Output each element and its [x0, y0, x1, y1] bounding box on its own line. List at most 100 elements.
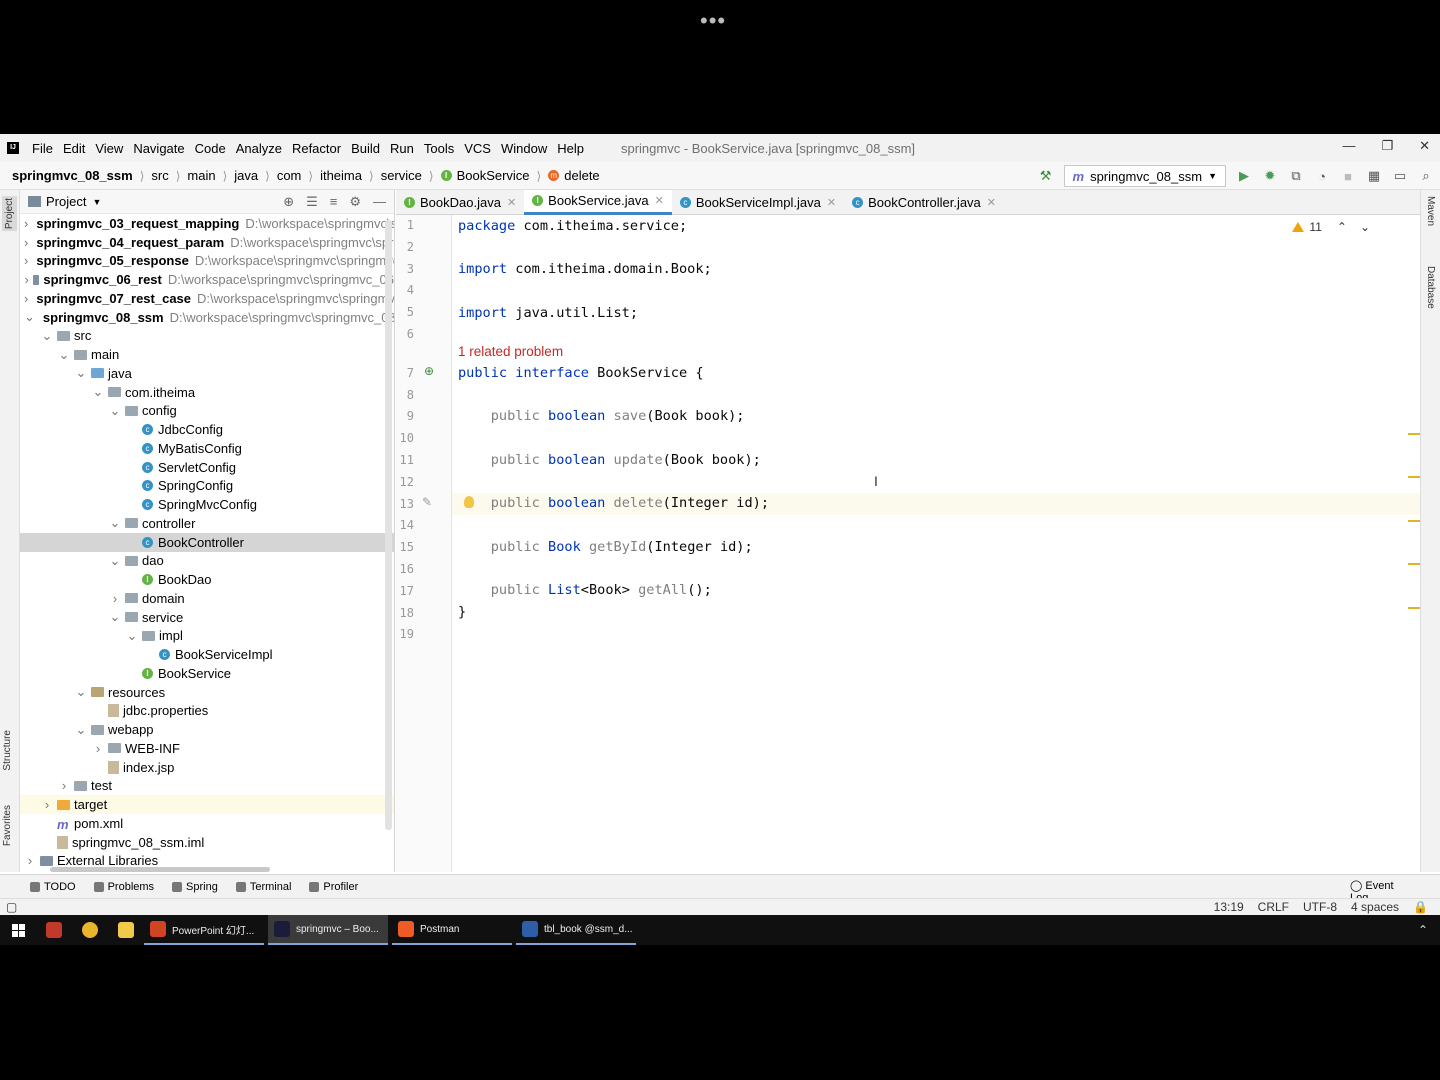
project-tool-tab[interactable]: Project	[2, 196, 17, 232]
tree-item[interactable]: ⌄ config	[20, 402, 394, 421]
chevron-down-icon[interactable]: ⌄	[109, 609, 121, 625]
tree-item[interactable]: › springmvc_06_rest D:\workspace\springmvc…	[20, 270, 394, 289]
project-panel-title[interactable]: Project	[46, 194, 86, 209]
tool-window-todo[interactable]: TODO	[30, 881, 76, 893]
hide-icon[interactable]: —	[373, 194, 386, 210]
chevron-down-icon[interactable]: ▼	[92, 197, 101, 207]
layout-icon[interactable]: ▭	[1392, 168, 1408, 184]
chevron-down-icon[interactable]: ⌄	[92, 384, 104, 400]
tree-item[interactable]: ⌄ service	[20, 608, 394, 627]
tree-item[interactable]: ⌄ src	[20, 327, 394, 346]
chevron-down-icon[interactable]: ⌄	[75, 684, 87, 700]
warning-stripe-mark[interactable]	[1408, 520, 1420, 522]
start-button[interactable]	[0, 923, 36, 937]
warning-stripe-mark[interactable]	[1408, 476, 1420, 478]
tree-item[interactable]: › springmvc_04_request_param D:\workspace\…	[20, 233, 394, 252]
favorites-tool-tab[interactable]: Favorites	[2, 805, 13, 846]
menu-refactor[interactable]: Refactor	[287, 141, 346, 156]
breadcrumb-item[interactable]: itheima	[316, 168, 366, 183]
menu-build[interactable]: Build	[346, 141, 385, 156]
tool-window-terminal[interactable]: Terminal	[235, 881, 291, 893]
file-encoding[interactable]: UTF-8	[1303, 900, 1337, 914]
red-app-icon[interactable]	[36, 915, 72, 945]
project-structure-icon[interactable]: ▦	[1366, 168, 1382, 184]
tool-window-spring[interactable]: Spring	[172, 881, 218, 893]
tree-item[interactable]: c ServletConfig	[20, 458, 394, 477]
collapse-all-icon[interactable]: ≡	[330, 194, 338, 210]
tree-item[interactable]: › domain	[20, 589, 394, 608]
menu-vcs[interactable]: VCS	[459, 141, 496, 156]
close-tab-icon[interactable]: ✕	[507, 196, 516, 209]
line-separator[interactable]: CRLF	[1258, 900, 1289, 914]
breadcrumb-item[interactable]: java	[230, 168, 262, 183]
chevron-down-icon[interactable]: ⌄	[126, 628, 138, 644]
tree-item[interactable]: ⌄ webapp	[20, 720, 394, 739]
tree-item[interactable]: m pom.xml	[20, 814, 394, 833]
tree-item[interactable]: ⌄ dao	[20, 552, 394, 571]
tree-item[interactable]: ⌄ resources	[20, 683, 394, 702]
tree-item[interactable]: ⌄ com.itheima	[20, 383, 394, 402]
chevron-right-icon[interactable]: ›	[24, 253, 28, 268]
close-tab-icon[interactable]: ✕	[655, 194, 664, 207]
tree-item[interactable]: c BookServiceImpl	[20, 645, 394, 664]
breadcrumb-item[interactable]: m delete	[544, 168, 603, 183]
debug-icon[interactable]: ✹	[1262, 168, 1278, 184]
tree-item[interactable]: › springmvc_03_request_mapping D:\workspac…	[20, 214, 394, 233]
tree-item[interactable]: c BookController	[20, 532, 394, 552]
search-icon[interactable]: ⌕	[1418, 168, 1434, 184]
close-tab-icon[interactable]: ✕	[827, 196, 836, 209]
chevron-right-icon[interactable]: ›	[58, 778, 70, 793]
breadcrumb-item[interactable]: springmvc_08_ssm	[0, 168, 137, 183]
chevron-down-icon[interactable]: ⌄	[109, 403, 121, 419]
chevron-down-icon[interactable]: ⌄	[58, 347, 70, 363]
stop-icon[interactable]: ■	[1340, 168, 1356, 184]
taskbar-app-button[interactable]: springmvc – Boo...	[268, 915, 388, 945]
run-config-selector[interactable]: m springmvc_08_ssm ▼	[1063, 165, 1226, 187]
menu-help[interactable]: Help	[552, 141, 589, 156]
tree-item[interactable]: c SpringMvcConfig	[20, 495, 394, 514]
lock-icon[interactable]: 🔒	[1413, 900, 1428, 914]
close-icon[interactable]: ✕	[1419, 138, 1430, 154]
tree-item[interactable]: › WEB-INF	[20, 739, 394, 758]
implemented-icon[interactable]: ⊕	[424, 364, 434, 378]
chevron-up-icon[interactable]: ⌃	[1337, 220, 1347, 234]
tree-item[interactable]: ⌄ java	[20, 364, 394, 383]
menu-run[interactable]: Run	[385, 141, 419, 156]
code-editor[interactable]: 11 ⌃ ⌄ package com.itheima.service; impo…	[452, 215, 1420, 872]
tree-item[interactable]: › target	[20, 795, 394, 814]
menu-view[interactable]: View	[90, 141, 128, 156]
chevron-right-icon[interactable]: ›	[41, 797, 53, 812]
structure-tool-tab[interactable]: Structure	[2, 730, 13, 771]
close-tab-icon[interactable]: ✕	[987, 196, 996, 209]
menu-file[interactable]: File	[27, 141, 58, 156]
breadcrumb-item[interactable]: main	[183, 168, 219, 183]
editor-tab[interactable]: c BookServiceImpl.java ✕	[672, 190, 844, 215]
restore-icon[interactable]: ❐	[1381, 138, 1393, 154]
build-hammer-icon[interactable]: ⚒	[1038, 168, 1054, 184]
chrome-icon[interactable]	[72, 915, 108, 945]
chevron-right-icon[interactable]: ›	[24, 291, 28, 306]
chevron-right-icon[interactable]: ›	[24, 853, 36, 868]
chevron-right-icon[interactable]: ›	[109, 591, 121, 606]
chevron-down-icon[interactable]: ⌄	[75, 722, 87, 738]
taskbar-app-button[interactable]: PowerPoint 幻灯...	[144, 915, 264, 945]
related-problem-hint[interactable]: 1 related problem	[458, 344, 563, 359]
tree-horizontal-scrollbar[interactable]	[50, 867, 270, 872]
tree-item[interactable]: ⌄ controller	[20, 514, 394, 533]
tree-item[interactable]: › springmvc_07_rest_case D:\workspace\spri…	[20, 289, 394, 308]
tree-item[interactable]: I BookDao	[20, 570, 394, 589]
menu-analyze[interactable]: Analyze	[231, 141, 287, 156]
menu-navigate[interactable]: Navigate	[128, 141, 189, 156]
warning-stripe-mark[interactable]	[1408, 433, 1420, 435]
tree-item[interactable]: c MyBatisConfig	[20, 439, 394, 458]
menu-edit[interactable]: Edit	[58, 141, 90, 156]
warning-stripe-mark[interactable]	[1408, 563, 1420, 565]
menu-window[interactable]: Window	[496, 141, 552, 156]
breadcrumb-item[interactable]: src	[147, 168, 172, 183]
menu-code[interactable]: Code	[190, 141, 231, 156]
chevron-down-icon[interactable]: ⌄	[24, 309, 35, 325]
gear-icon[interactable]: ⚙	[349, 194, 361, 210]
caret-position[interactable]: 13:19	[1214, 900, 1244, 914]
tree-item[interactable]: c SpringConfig	[20, 477, 394, 496]
chevron-down-icon[interactable]: ⌄	[109, 553, 121, 569]
